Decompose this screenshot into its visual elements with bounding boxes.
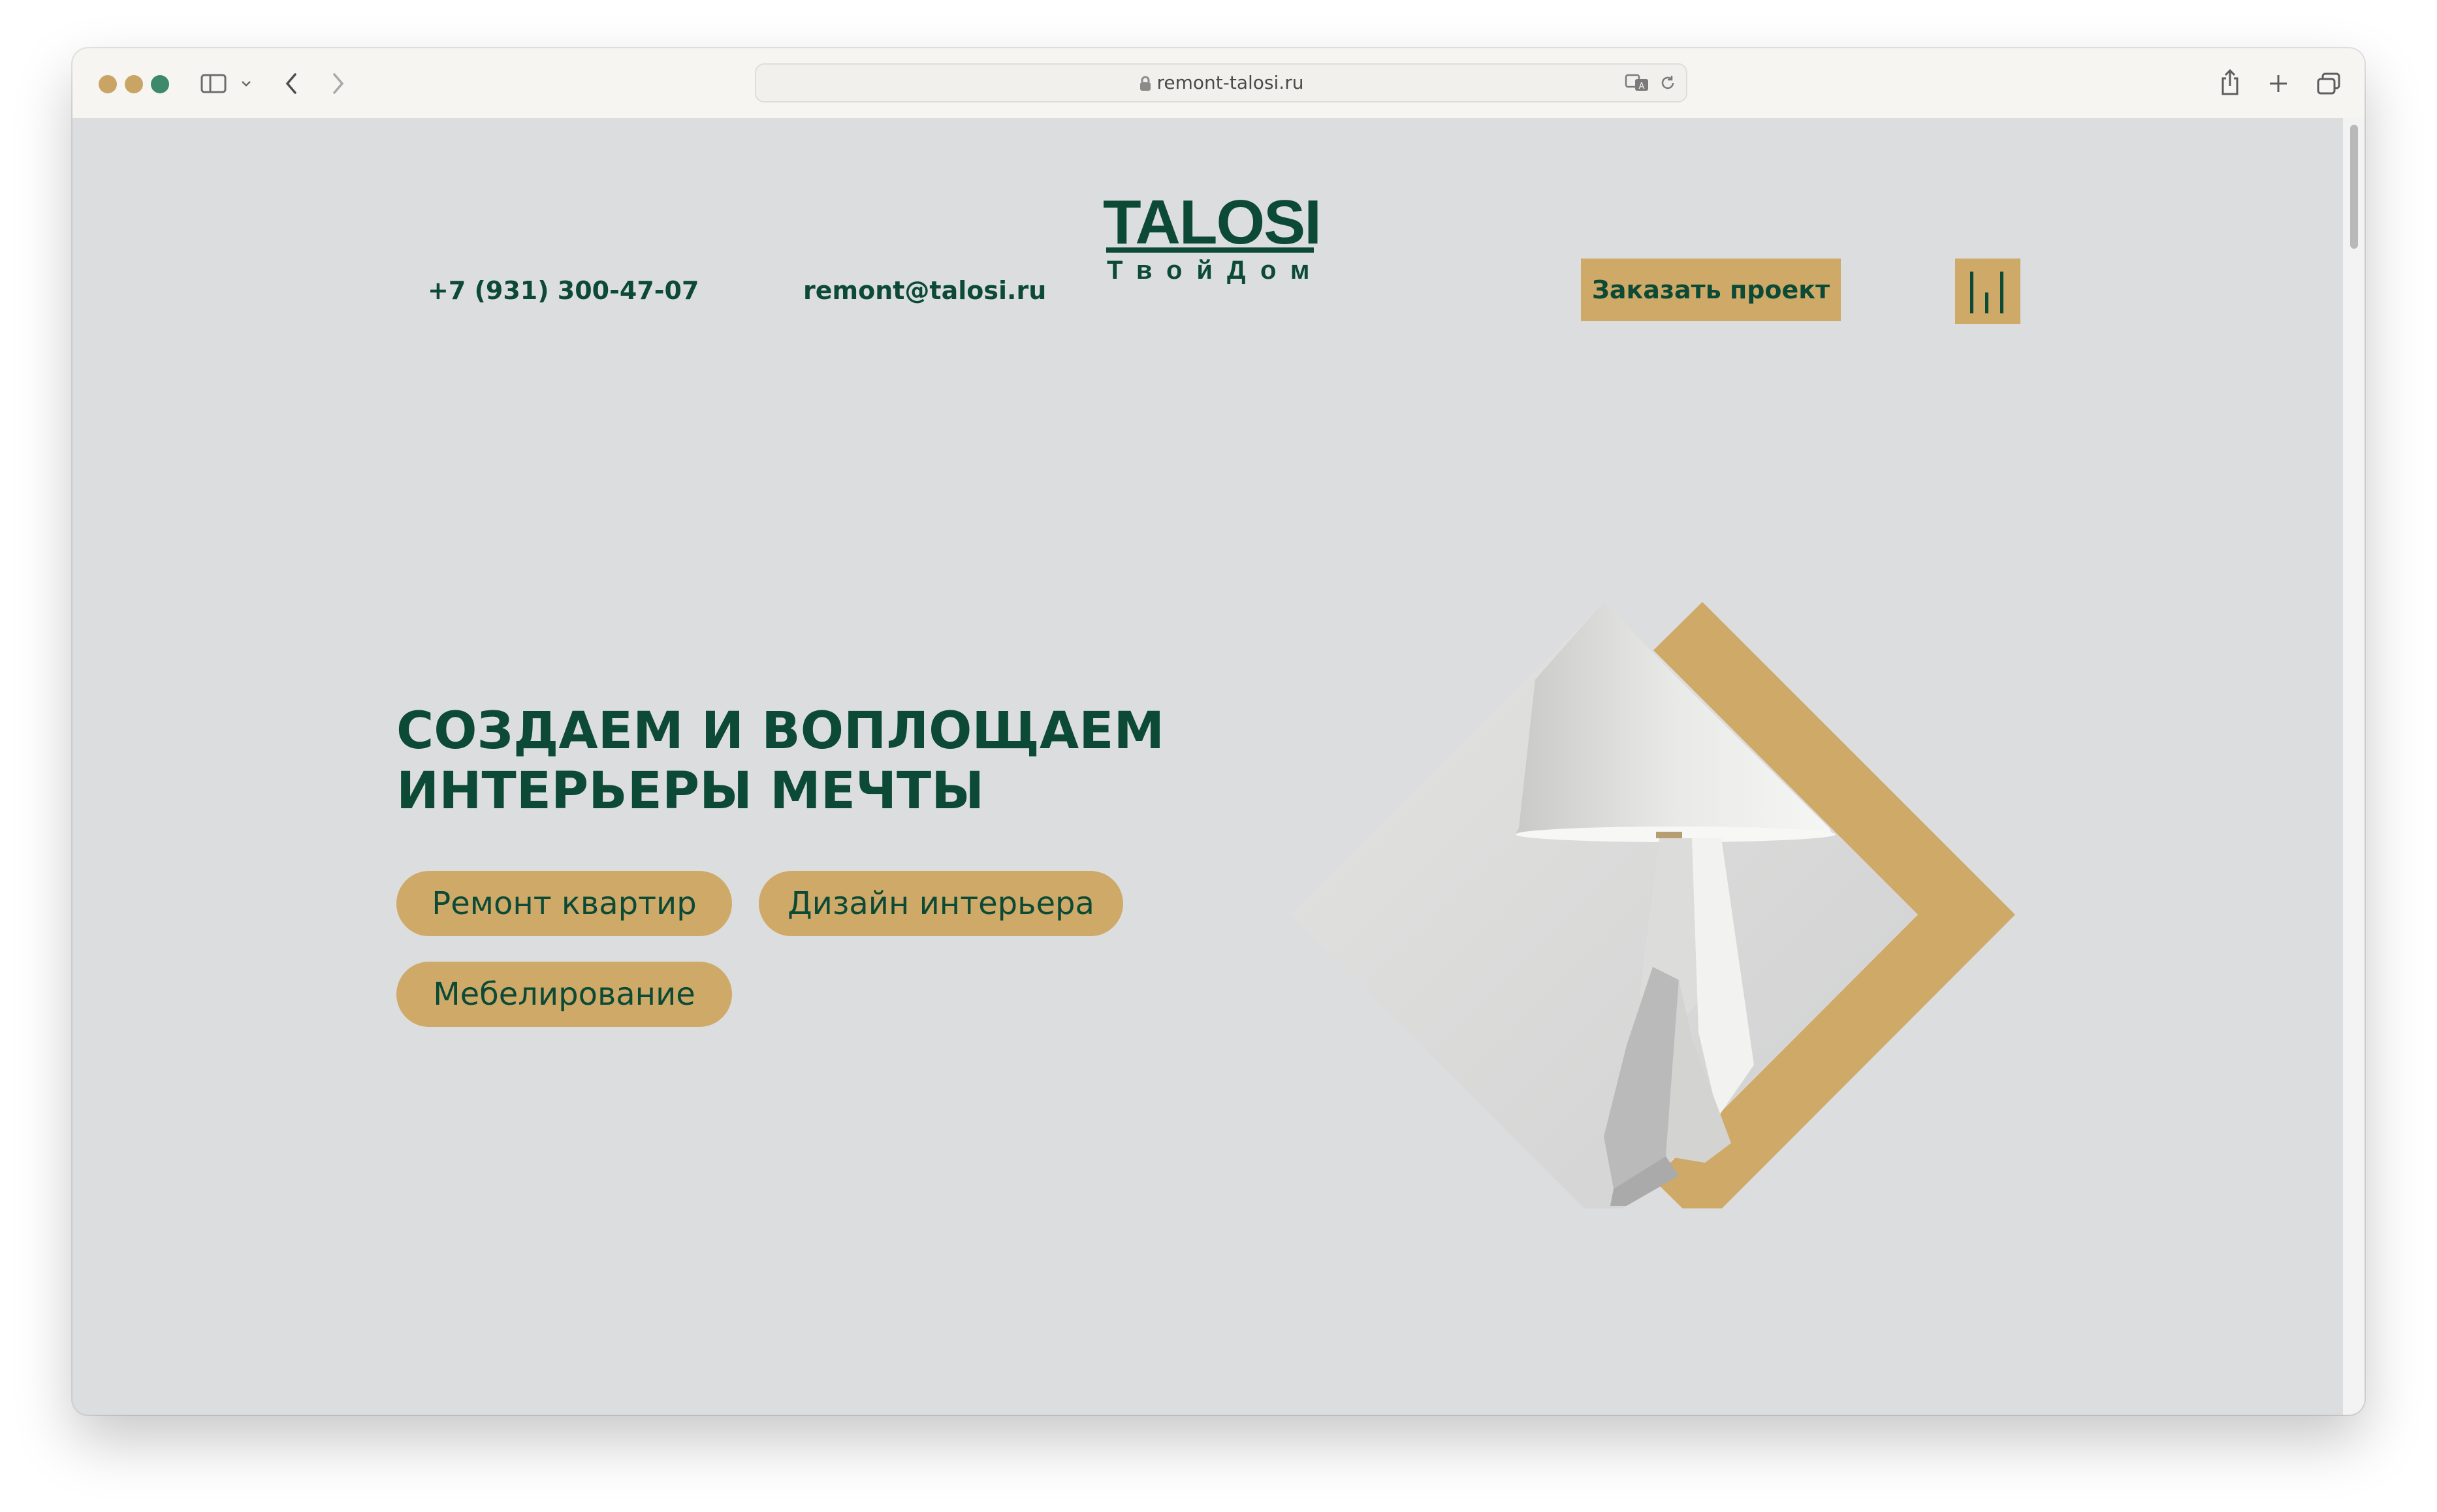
address-bar[interactable]: remont-talosi.ru A	[755, 63, 1687, 102]
zoom-light[interactable]	[151, 75, 169, 93]
hero-title-line2: ИНТЕРЬЕРЫ МЕЧТЫ	[396, 762, 985, 821]
plus-icon[interactable]	[2268, 73, 2289, 94]
tabs-icon[interactable]	[2316, 72, 2341, 95]
scrollbar-thumb[interactable]	[2350, 125, 2358, 249]
service-furnishing-button[interactable]: Мебелирование	[396, 962, 732, 1027]
service-design-button[interactable]: Дизайн интерьера	[759, 871, 1123, 936]
lamp-illustration	[1290, 602, 2015, 1208]
browser-window: remont-talosi.ru A +7 (931) 300-47-07 re…	[72, 48, 2365, 1415]
logo-subtitle[interactable]: ТвойДом	[1103, 254, 1322, 287]
reload-icon[interactable]	[1659, 74, 1677, 92]
hero-title: СОЗДАЕМ И ВОПЛОЩАЕМ ИНТЕРЬЕРЫ МЕЧТЫ	[396, 701, 1180, 821]
sidebar-icon[interactable]	[200, 73, 227, 94]
translate-icon[interactable]: A	[1625, 72, 1651, 93]
close-light[interactable]	[99, 75, 117, 93]
lock-icon	[1139, 76, 1151, 91]
scrollbar[interactable]	[2343, 118, 2365, 1415]
web-page: +7 (931) 300-47-07 remont@talosi.ru TALO…	[72, 118, 2343, 1415]
logo-title[interactable]: TALOSI	[1103, 191, 1322, 254]
share-icon[interactable]	[2220, 68, 2240, 97]
order-project-button[interactable]: Заказать проект	[1581, 259, 1841, 321]
logo-underline	[1106, 247, 1314, 253]
phone-link[interactable]: +7 (931) 300-47-07	[428, 274, 699, 307]
browser-toolbar: remont-talosi.ru A	[72, 48, 2365, 119]
hero-title-line1: СОЗДАЕМ И ВОПЛОЩАЕМ	[396, 702, 1165, 761]
back-icon[interactable]	[284, 72, 298, 95]
url-wrap: remont-talosi.ru	[756, 65, 1686, 101]
svg-text:A: A	[1639, 82, 1645, 91]
service-repair-button[interactable]: Ремонт квартир	[396, 871, 732, 936]
minimize-light[interactable]	[125, 75, 143, 93]
email-link[interactable]: remont@talosi.ru	[803, 274, 1046, 307]
menu-button[interactable]	[1955, 259, 2020, 324]
forward-icon[interactable]	[331, 72, 345, 95]
url-text: remont-talosi.ru	[1156, 72, 1304, 93]
chevron-down-icon[interactable]	[241, 80, 251, 87]
